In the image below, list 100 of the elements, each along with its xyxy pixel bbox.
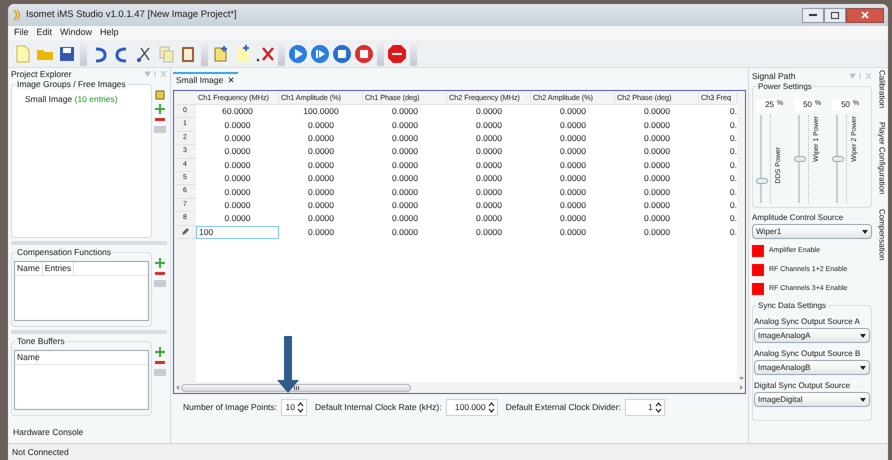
table-cell-text: 0.0000 xyxy=(307,172,335,186)
scroll-down-icon[interactable] xyxy=(738,377,744,380)
sync-source-dropdown[interactable]: ImageDigital xyxy=(754,392,870,407)
maximize-button[interactable] xyxy=(824,8,846,22)
enable-toggle[interactable] xyxy=(752,283,764,295)
slider-thumb[interactable] xyxy=(756,178,768,184)
cell-editor[interactable]: 100 xyxy=(196,226,279,239)
slider-thumb[interactable] xyxy=(794,156,806,162)
side-tab[interactable]: Compensation xyxy=(876,208,888,260)
table-cell-text: 0.0000 xyxy=(224,172,252,186)
table-cell-text: 0.0000 xyxy=(475,172,503,186)
menu-item[interactable]: File xyxy=(14,26,29,40)
table-cell-text: 0.0000 xyxy=(559,226,587,239)
power-value-field[interactable]: 50 xyxy=(832,99,852,111)
panel-controls-icon[interactable] xyxy=(145,71,167,77)
table-cell-text: 0.0000 xyxy=(391,226,419,239)
table-cell-text: 0.0000 xyxy=(559,172,587,186)
table-cell-text: 0.0000 xyxy=(643,132,671,145)
menu-item[interactable]: Edit xyxy=(36,26,52,40)
table-cell-text: 0. xyxy=(728,105,737,118)
menu-item[interactable]: Help xyxy=(100,26,119,40)
table-cell-text: 0.0000 xyxy=(643,199,671,212)
horizontal-scrollbar[interactable] xyxy=(174,382,745,393)
table-cell-text: 0. xyxy=(728,145,737,158)
table-cell-text: 0.0000 xyxy=(391,172,419,186)
sync-source-dropdown[interactable]: ImageAnalogA xyxy=(754,328,870,343)
spin-arrows-icon[interactable] xyxy=(654,402,662,412)
spin-arrows-icon[interactable] xyxy=(297,402,304,412)
table-cell-text: 0.0000 xyxy=(307,118,335,132)
table-cell-text: 0.0000 xyxy=(307,226,335,239)
table-cell-text: 0.0000 xyxy=(391,118,419,132)
panel-controls-icon[interactable] xyxy=(850,73,872,79)
table-cell-text: 0.0000 xyxy=(224,145,252,158)
side-tab[interactable]: Calibration xyxy=(876,70,888,108)
enable-toggle[interactable] xyxy=(752,264,764,276)
add-icon[interactable] xyxy=(155,104,165,114)
toolbar-grip-icon[interactable] xyxy=(410,42,417,66)
group-title: Compensation Functions xyxy=(16,247,112,258)
down-arrow-icon xyxy=(277,336,299,393)
table-cell-text: 0.0000 xyxy=(391,132,419,145)
setting-label: Number of Image Points: xyxy=(183,400,278,414)
table-cell-text: 0.0000 xyxy=(559,118,587,132)
toolbar-grip-icon[interactable] xyxy=(278,42,285,66)
table-cell-text: 0. xyxy=(728,158,737,172)
menu-item[interactable]: Window xyxy=(60,26,92,40)
enable-toggle[interactable] xyxy=(752,245,764,257)
group-title: Power Settings xyxy=(757,81,813,92)
power-slider[interactable] xyxy=(756,115,768,203)
status-text: Not Connected xyxy=(12,446,69,458)
number-spinner[interactable]: 100.000 xyxy=(446,398,498,416)
document-tab[interactable]: Small Image ✕ xyxy=(173,72,238,86)
number-spinner[interactable]: 1 xyxy=(624,398,665,416)
toolbar-grip-icon[interactable] xyxy=(377,42,384,66)
table-cell-text: 0.0000 xyxy=(475,199,503,212)
vertical-scrollbar[interactable] xyxy=(737,91,745,382)
scrollbar-thumb[interactable] xyxy=(181,384,411,392)
amplitude-source-dropdown[interactable]: Wiper1 xyxy=(752,224,872,239)
table-cell-text: 100.0000 xyxy=(302,105,340,118)
power-slider[interactable] xyxy=(832,115,844,203)
hardware-console-tab[interactable]: Hardware Console xyxy=(8,426,170,443)
close-tab-icon[interactable]: ✕ xyxy=(227,74,236,86)
toolbar-grip-icon[interactable] xyxy=(80,42,87,66)
slider-thumb[interactable] xyxy=(832,156,844,162)
dropdown-arrow-icon xyxy=(862,230,868,234)
table-cell-text: 60.0000 xyxy=(221,105,254,118)
column-header[interactable]: Name xyxy=(15,351,37,364)
close-button[interactable] xyxy=(846,8,884,22)
side-tab[interactable]: Player Configuration xyxy=(876,122,888,195)
remove-icon[interactable] xyxy=(155,118,165,122)
table-cell-text: 0.0000 xyxy=(559,145,587,158)
remove-icon[interactable] xyxy=(155,361,165,365)
remove-icon[interactable] xyxy=(155,272,165,276)
table-cell-text: 0.0000 xyxy=(643,212,671,226)
panel-title: Signal Path xyxy=(752,70,796,82)
toolbar-grip-icon[interactable] xyxy=(201,42,208,66)
table-cell-text: 0.0000 xyxy=(643,172,671,186)
add-icon[interactable] xyxy=(155,347,165,357)
setting-label: Default External Clock Divider: xyxy=(506,400,621,414)
table-cell-text: 0. xyxy=(728,118,737,132)
group-title: Sync Data Settings xyxy=(757,300,828,311)
column-header[interactable]: Entries xyxy=(42,262,74,275)
table-cell-text: 0. xyxy=(728,132,737,145)
power-value-field[interactable]: 25 xyxy=(756,99,776,111)
table-cell-text: 0.0000 xyxy=(475,132,503,145)
scroll-left-icon[interactable] xyxy=(176,385,179,390)
maximize-icon xyxy=(831,12,839,18)
table-cell-text: 0.0000 xyxy=(391,145,419,158)
add-icon[interactable] xyxy=(155,258,165,268)
table-cell-text: 0.0000 xyxy=(307,212,335,226)
sync-source-dropdown[interactable]: ImageAnalogB xyxy=(754,360,870,375)
table-cell-text: 0.0000 xyxy=(475,212,503,226)
tree-item[interactable]: Small Image (10 entries) xyxy=(12,93,151,106)
scroll-right-icon[interactable] xyxy=(740,385,743,390)
number-spinner[interactable]: 10 xyxy=(281,398,308,416)
power-value-field[interactable]: 50 xyxy=(794,99,814,111)
minimize-button[interactable] xyxy=(802,8,824,22)
column-header[interactable]: Name xyxy=(15,262,43,275)
spin-arrows-icon[interactable] xyxy=(488,402,495,412)
power-slider[interactable] xyxy=(794,115,806,203)
dropdown-arrow-icon xyxy=(860,398,866,402)
